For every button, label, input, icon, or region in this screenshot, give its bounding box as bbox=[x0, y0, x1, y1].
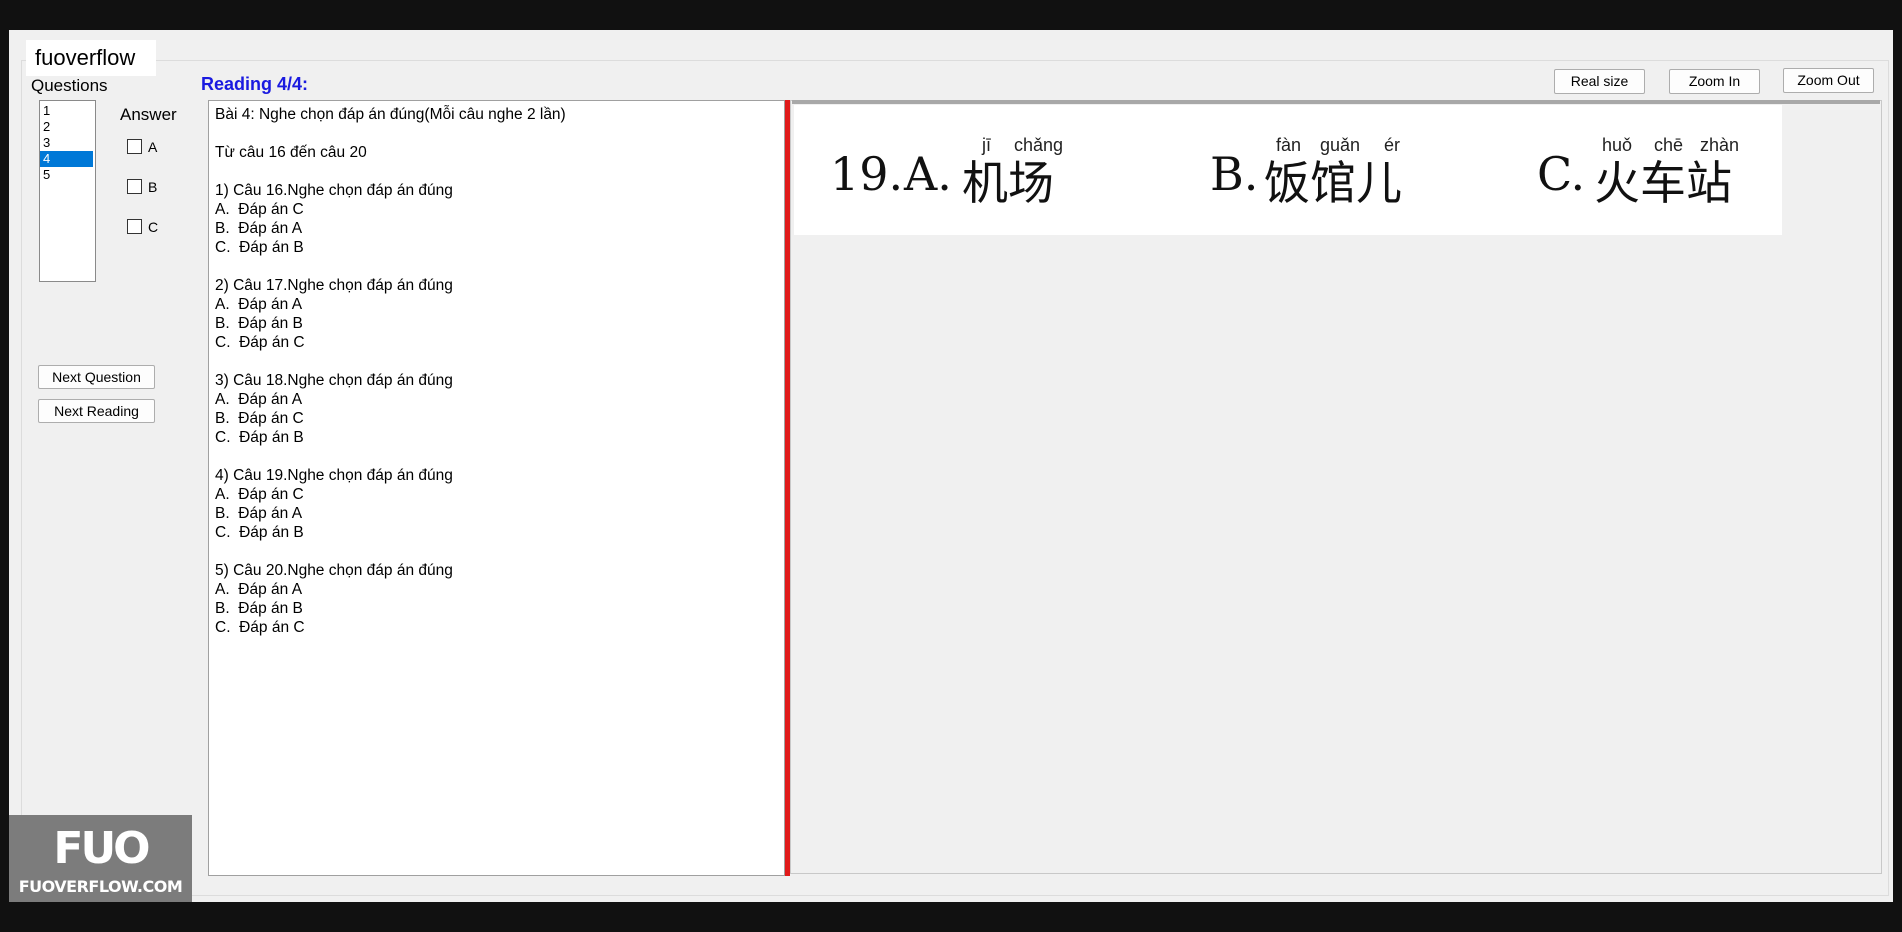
reading-line: B. Đáp án A bbox=[215, 505, 303, 522]
app-window: fuoverflow Questions 1 2 3 4 5 Answer A … bbox=[9, 30, 1893, 902]
next-reading-button[interactable]: Next Reading bbox=[38, 399, 155, 423]
next-question-button[interactable]: Next Question bbox=[38, 365, 155, 389]
reading-text-panel[interactable]: Bài 4: Nghe chọn đáp án đúng(Mỗi câu ngh… bbox=[208, 100, 785, 876]
option-a-hanzi: 机场 bbox=[962, 156, 1054, 210]
reading-line bbox=[215, 162, 778, 181]
reading-line: A. Đáp án C bbox=[215, 486, 304, 503]
question-list-item[interactable]: 1 bbox=[40, 103, 95, 119]
reading-line: 4) Câu 19.Nghe chọn đáp án đúng bbox=[215, 467, 453, 484]
reading-line: B. Đáp án C bbox=[215, 410, 304, 427]
reading-line: Bài 4: Nghe chọn đáp án đúng(Mỗi câu ngh… bbox=[215, 106, 566, 123]
option-a-pinyin: jī bbox=[982, 135, 991, 155]
reading-line: C. Đáp án C bbox=[215, 619, 305, 636]
option-a-pinyin: chǎng bbox=[1014, 135, 1064, 155]
option-b-hanzi: 饭馆儿 bbox=[1264, 156, 1402, 210]
reading-line: C. Đáp án B bbox=[215, 429, 304, 446]
reading-line bbox=[215, 542, 778, 561]
reading-line: A. Đáp án A bbox=[215, 296, 303, 313]
fuo-logo: FUO bbox=[53, 823, 150, 874]
reading-line bbox=[215, 257, 778, 276]
zoom-out-button[interactable]: Zoom Out bbox=[1783, 68, 1874, 93]
answer-a-label: A bbox=[148, 139, 158, 155]
answer-option-c[interactable]: C bbox=[127, 218, 158, 236]
option-c-pinyin: zhàn bbox=[1700, 135, 1740, 155]
reading-line: 2) Câu 17.Nghe chọn đáp án đúng bbox=[215, 277, 453, 294]
question-list-item[interactable]: 3 bbox=[40, 135, 95, 151]
answer-option-a[interactable]: A bbox=[127, 138, 157, 156]
answer-b-checkbox[interactable] bbox=[127, 179, 142, 194]
option-c-hanzi: 火车站 bbox=[1594, 156, 1732, 210]
option-c-pinyin: chē bbox=[1654, 135, 1684, 155]
questions-list[interactable]: 1 2 3 4 5 bbox=[39, 100, 96, 282]
reading-line bbox=[215, 447, 778, 466]
image-viewer-top-border bbox=[792, 100, 1880, 104]
reading-line: A. Đáp án C bbox=[215, 201, 304, 218]
questions-label: Questions bbox=[31, 76, 108, 95]
option-b-letter: B. bbox=[1210, 147, 1259, 201]
option-b-pinyin: guǎn bbox=[1320, 135, 1361, 155]
reading-line: Từ câu 16 đến câu 20 bbox=[215, 144, 367, 161]
reading-line: 5) Câu 20.Nghe chọn đáp án đúng bbox=[215, 562, 453, 579]
reading-line bbox=[215, 352, 778, 371]
answer-label: Answer bbox=[120, 105, 177, 124]
option-c-pinyin: huǒ bbox=[1602, 135, 1633, 155]
app-title-tab: fuoverflow bbox=[26, 40, 156, 76]
fuoverflow-site-text: FUOVERFLOW.COM bbox=[18, 877, 183, 896]
reading-title-text: Reading 4/4 bbox=[201, 74, 303, 94]
reading-line: C. Đáp án B bbox=[215, 239, 304, 256]
reading-line: B. Đáp án B bbox=[215, 315, 303, 332]
reading-line: A. Đáp án A bbox=[215, 391, 303, 408]
reading-line bbox=[215, 124, 778, 143]
question-image: 19. A. 机场 jī chǎng B. 饭馆儿 fàn guǎn ér C.… bbox=[794, 105, 1782, 235]
real-size-button[interactable]: Real size bbox=[1554, 69, 1645, 94]
reading-line: A. Đáp án A bbox=[215, 581, 303, 598]
reading-line: 3) Câu 18.Nghe chọn đáp án đúng bbox=[215, 372, 453, 389]
option-a-letter: A. bbox=[904, 147, 952, 201]
question-number: 19. bbox=[830, 147, 904, 201]
reading-title-colon: : bbox=[302, 74, 309, 94]
reading-line: B. Đáp án A bbox=[215, 220, 303, 237]
reading-line: C. Đáp án B bbox=[215, 524, 304, 541]
reading-line: C. Đáp án C bbox=[215, 334, 305, 351]
option-b-pinyin: ér bbox=[1384, 135, 1401, 155]
option-b-pinyin: fàn bbox=[1276, 135, 1302, 155]
reading-line: 1) Câu 16.Nghe chọn đáp án đúng bbox=[215, 182, 453, 199]
question-list-item[interactable]: 5 bbox=[40, 167, 95, 183]
option-c-letter: C. bbox=[1537, 147, 1586, 201]
reading-line: B. Đáp án B bbox=[215, 600, 303, 617]
answer-b-label: B bbox=[148, 179, 158, 195]
answer-a-checkbox[interactable] bbox=[127, 139, 142, 154]
answer-c-label: C bbox=[148, 219, 159, 235]
question-list-item[interactable]: 2 bbox=[40, 119, 95, 135]
question-list-item-selected[interactable]: 4 bbox=[40, 151, 93, 167]
answer-option-b[interactable]: B bbox=[127, 178, 157, 196]
reading-title: Reading 4/4: bbox=[201, 74, 308, 95]
answer-c-checkbox[interactable] bbox=[127, 219, 142, 234]
zoom-in-button[interactable]: Zoom In bbox=[1669, 69, 1760, 94]
fuoverflow-watermark: FUO FUOVERFLOW.COM bbox=[9, 815, 192, 902]
